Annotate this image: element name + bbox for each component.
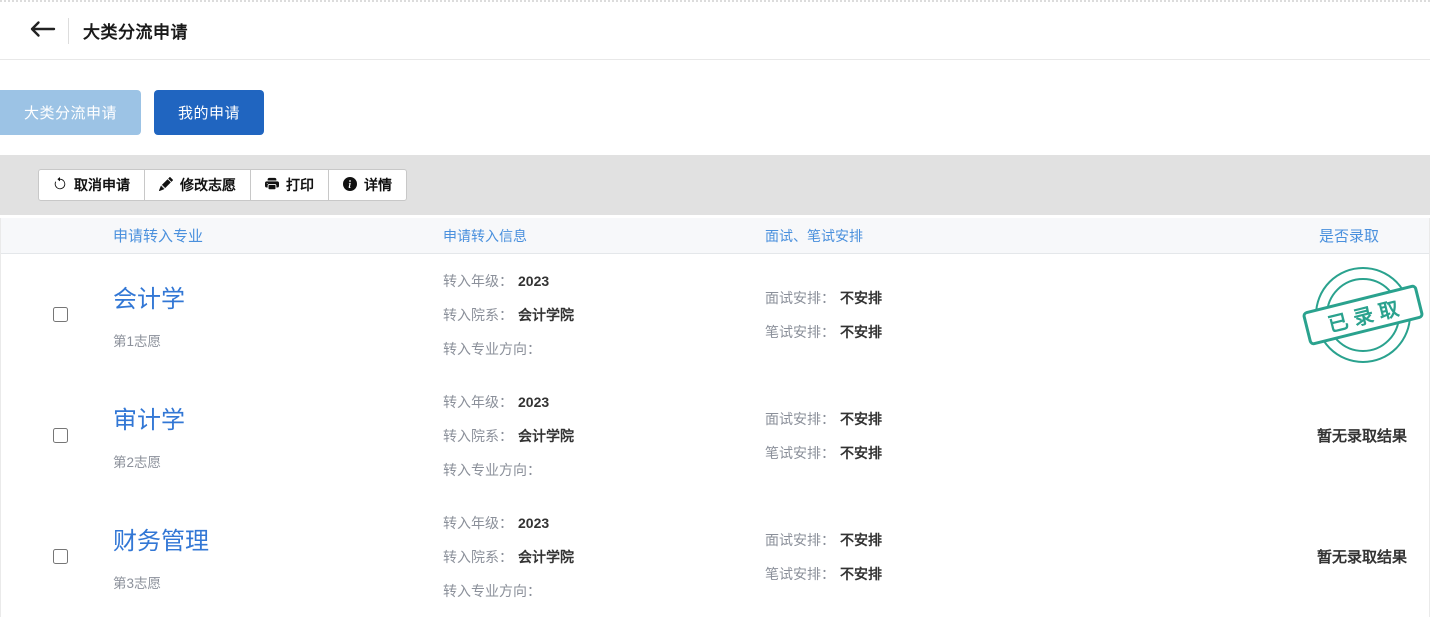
- interview-row: 面试安排： 不安排: [765, 281, 1080, 315]
- department-value: 会计学院: [518, 549, 574, 565]
- department-label: 转入院系：: [443, 428, 513, 444]
- department-value: 会计学院: [518, 428, 574, 444]
- modify-preference-button[interactable]: 修改志愿: [144, 169, 251, 201]
- cancel-application-button[interactable]: 取消申请: [38, 169, 145, 201]
- interview-label: 面试安排：: [765, 532, 835, 548]
- page-title: 大类分流申请: [83, 18, 188, 43]
- written-exam-label: 笔试安排：: [765, 566, 835, 582]
- interview-label: 面试安排：: [765, 411, 835, 427]
- department-row: 转入院系： 会计学院: [443, 540, 765, 574]
- written-exam-label: 笔试安排：: [765, 445, 835, 461]
- grade-row: 转入年级： 2023: [443, 264, 765, 298]
- table-row: 审计学 第2志愿 转入年级： 2023 转入院系： 会计学院 转入专业方向： 面试安…: [1, 375, 1429, 496]
- interview-row: 面试安排： 不安排: [765, 402, 1080, 436]
- result-text: 暂无录取结果: [1317, 425, 1407, 446]
- tab-bar: 大类分流申请 我的申请: [0, 90, 1430, 135]
- department-label: 转入院系：: [443, 307, 513, 323]
- department-row: 转入院系： 会计学院: [443, 419, 765, 453]
- table-row: 财务管理 第3志愿 转入年级： 2023 转入院系： 会计学院 转入专业方向： 面试…: [1, 496, 1429, 617]
- department-row: 转入院系： 会计学院: [443, 298, 765, 332]
- tab-category-application[interactable]: 大类分流申请: [0, 90, 141, 135]
- direction-row: 转入专业方向：: [443, 574, 765, 608]
- preference-label: 第2志愿: [113, 451, 443, 471]
- interview-value: 不安排: [840, 411, 882, 427]
- details-button[interactable]: 详情: [328, 169, 407, 201]
- written-exam-row: 笔试安排： 不安排: [765, 557, 1080, 591]
- major-link[interactable]: 会计学: [113, 279, 443, 314]
- admitted-stamp: 已录取: [1312, 264, 1414, 366]
- print-button[interactable]: 打印: [250, 169, 329, 201]
- back-arrow-icon: [28, 20, 56, 41]
- grade-label: 转入年级：: [443, 394, 513, 410]
- major-link[interactable]: 审计学: [113, 400, 443, 435]
- written-exam-row: 笔试安排： 不安排: [765, 315, 1080, 349]
- grade-row: 转入年级： 2023: [443, 506, 765, 540]
- row-select-checkbox[interactable]: [53, 549, 68, 564]
- back-button[interactable]: [24, 13, 60, 49]
- pencil-icon: [159, 177, 173, 194]
- table-header-row: 申请转入专业 申请转入信息 面试、笔试安排 是否录取: [1, 218, 1429, 254]
- column-header-major: 申请转入专业: [113, 225, 443, 246]
- interview-label: 面试安排：: [765, 290, 835, 306]
- preference-label: 第1志愿: [113, 330, 443, 350]
- undo-icon: [53, 177, 67, 194]
- preference-label: 第3志愿: [113, 572, 443, 592]
- major-link[interactable]: 财务管理: [113, 521, 443, 556]
- printer-icon: [265, 177, 279, 194]
- grade-value: 2023: [518, 515, 549, 531]
- department-label: 转入院系：: [443, 549, 513, 565]
- row-select-checkbox[interactable]: [53, 428, 68, 443]
- interview-value: 不安排: [840, 290, 882, 306]
- direction-row: 转入专业方向：: [443, 453, 765, 487]
- written-exam-value: 不安排: [840, 324, 882, 340]
- result-text: 暂无录取结果: [1317, 546, 1407, 567]
- column-header-info: 申请转入信息: [443, 226, 765, 246]
- direction-row: 转入专业方向：: [443, 332, 765, 366]
- page-header: 大类分流申请: [0, 2, 1430, 60]
- direction-label: 转入专业方向：: [443, 583, 541, 599]
- grade-value: 2023: [518, 273, 549, 289]
- row-select-checkbox[interactable]: [53, 307, 68, 322]
- written-exam-row: 笔试安排： 不安排: [765, 436, 1080, 470]
- direction-label: 转入专业方向：: [443, 462, 541, 478]
- info-icon: [343, 177, 357, 194]
- toolbar: 取消申请 修改志愿 打印: [0, 155, 1430, 215]
- direction-label: 转入专业方向：: [443, 341, 541, 357]
- grade-label: 转入年级：: [443, 273, 513, 289]
- applications-table: 申请转入专业 申请转入信息 面试、笔试安排 是否录取 会计学 第1志愿 转入年级…: [0, 218, 1430, 617]
- table-row: 会计学 第1志愿 转入年级： 2023 转入院系： 会计学院 转入专业方向： 面试安…: [1, 254, 1429, 375]
- column-header-result: 是否录取: [1080, 225, 1429, 246]
- toolbar-button-group: 取消申请 修改志愿 打印: [38, 169, 407, 201]
- department-value: 会计学院: [518, 307, 574, 323]
- column-header-arrangement: 面试、笔试安排: [765, 226, 1080, 246]
- written-exam-value: 不安排: [840, 445, 882, 461]
- written-exam-label: 笔试安排：: [765, 324, 835, 340]
- table-body: 会计学 第1志愿 转入年级： 2023 转入院系： 会计学院 转入专业方向： 面试安…: [1, 254, 1429, 617]
- interview-row: 面试安排： 不安排: [765, 523, 1080, 557]
- tab-my-applications[interactable]: 我的申请: [154, 90, 264, 135]
- written-exam-value: 不安排: [840, 566, 882, 582]
- grade-value: 2023: [518, 394, 549, 410]
- grade-label: 转入年级：: [443, 515, 513, 531]
- grade-row: 转入年级： 2023: [443, 385, 765, 419]
- interview-value: 不安排: [840, 532, 882, 548]
- header-divider: [68, 18, 69, 44]
